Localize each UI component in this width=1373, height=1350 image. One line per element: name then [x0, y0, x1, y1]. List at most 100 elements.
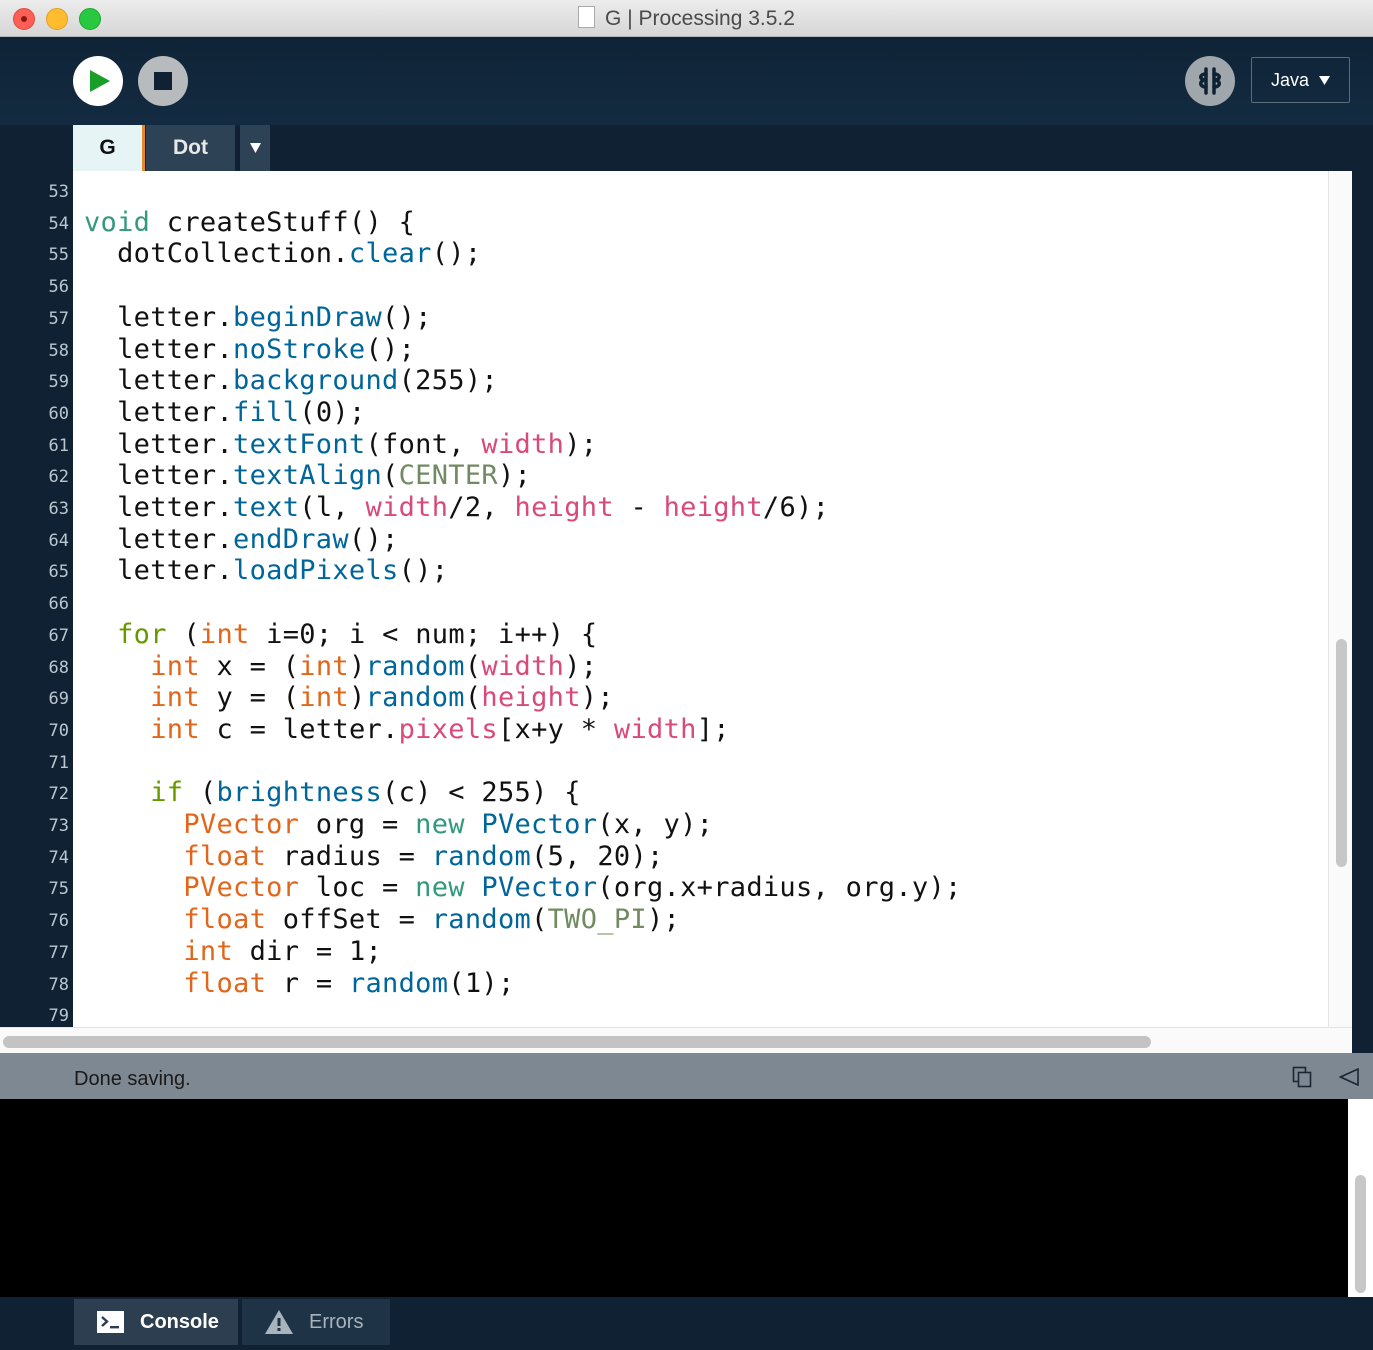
- errors-tab[interactable]: Errors: [242, 1299, 390, 1345]
- console-output[interactable]: [0, 1099, 1348, 1297]
- code-text: letter.beginDraw();: [117, 301, 432, 333]
- code-line: 68 int x = (int)random(width);: [0, 651, 1328, 683]
- code-text: letter.textFont(font, width);: [117, 428, 598, 460]
- code-text: void createStuff() {: [84, 206, 416, 238]
- scrollbar-thumb[interactable]: [3, 1036, 1151, 1048]
- copy-icon[interactable]: [1292, 1066, 1312, 1088]
- debugger-icon: [1199, 67, 1221, 95]
- scrollbar-thumb[interactable]: [1355, 1175, 1366, 1293]
- line-number: 78: [48, 974, 69, 995]
- chevron-down-icon: [249, 143, 261, 153]
- code-line: 60 letter.fill(0);: [0, 397, 1328, 429]
- collapse-triangle-icon[interactable]: [1339, 1068, 1359, 1086]
- warning-icon: [265, 1310, 293, 1334]
- tab-g[interactable]: G: [73, 125, 145, 171]
- scrollbar-thumb[interactable]: [1336, 639, 1347, 867]
- code-line: 71: [0, 746, 1328, 778]
- run-button[interactable]: [73, 56, 123, 106]
- line-number: 64: [48, 530, 69, 551]
- code-line: 67 for (int i=0; i < num; i++) {: [0, 619, 1328, 651]
- title-bar: G | Processing 3.5.2: [0, 0, 1373, 37]
- editor-horizontal-scrollbar[interactable]: [0, 1027, 1352, 1054]
- code-text: int y = (int)random(height);: [150, 682, 614, 714]
- line-number: 63: [48, 499, 69, 519]
- window-title: G | Processing 3.5.2: [605, 7, 795, 30]
- line-number: 54: [48, 213, 69, 234]
- code-line: 70 int c = letter.pixels[x+y * width];: [0, 714, 1328, 746]
- line-number: 59: [48, 372, 69, 393]
- code-text: float radius = random(5, 20);: [183, 840, 664, 872]
- line-number: 68: [48, 657, 69, 678]
- console-tab[interactable]: Console: [74, 1299, 238, 1345]
- code-line: 76 float offSet = random(TWO_PI);: [0, 904, 1328, 936]
- code-line: 58 letter.noStroke();: [0, 334, 1328, 366]
- terminal-icon: [97, 1311, 124, 1333]
- line-number: 76: [48, 911, 69, 932]
- line-number: 71: [48, 752, 69, 773]
- editor-vertical-scrollbar[interactable]: [1328, 171, 1352, 1027]
- line-number: 57: [48, 308, 69, 329]
- tab-label: Dot: [173, 136, 208, 159]
- stop-icon: [154, 72, 172, 90]
- code-line: 73 PVector org = new PVector(x, y);: [0, 809, 1328, 841]
- code-line: 55 dotCollection.clear();: [0, 238, 1328, 270]
- debugger-button[interactable]: [1185, 56, 1235, 106]
- line-number: 77: [48, 942, 69, 963]
- play-icon: [90, 70, 110, 92]
- code-text: dotCollection.clear();: [117, 238, 482, 270]
- code-line: 66: [0, 587, 1328, 619]
- code-text: letter.fill(0);: [117, 396, 366, 428]
- line-number: 74: [48, 847, 69, 868]
- code-line: 75 PVector loc = new PVector(org.x+radiu…: [0, 872, 1328, 904]
- code-line: 57 letter.beginDraw();: [0, 302, 1328, 334]
- mode-select[interactable]: Java: [1251, 57, 1350, 103]
- line-number: 55: [48, 245, 69, 266]
- code-line: 53: [0, 175, 1328, 207]
- code-text: letter.noStroke();: [117, 333, 416, 365]
- tab-dot[interactable]: Dot: [146, 125, 235, 171]
- code-text: letter.endDraw();: [117, 523, 399, 555]
- line-number: 62: [48, 467, 69, 488]
- tab-menu-button[interactable]: [240, 125, 270, 171]
- status-message: Done saving.: [74, 1068, 191, 1090]
- code-editor[interactable]: 53 54 void createStuff() {55 dotCollection…: [0, 171, 1352, 1027]
- code-text: float r = random(1);: [183, 967, 515, 999]
- code-line: 54 void createStuff() {: [0, 207, 1328, 239]
- code-text: int dir = 1;: [183, 935, 383, 967]
- line-number: 61: [48, 435, 69, 456]
- code-line: 72 if (brightness(c) < 255) {: [0, 777, 1328, 809]
- status-bar: Done saving.: [0, 1053, 1373, 1099]
- mode-label: Java: [1270, 69, 1310, 90]
- code-line: 79: [0, 999, 1328, 1027]
- code-line: 61 letter.textFont(font, width);: [0, 429, 1328, 461]
- stop-button[interactable]: [138, 56, 188, 106]
- chevron-down-icon: [1319, 75, 1331, 85]
- code-text: float offSet = random(TWO_PI);: [183, 904, 681, 936]
- code-line: 77 int dir = 1;: [0, 936, 1328, 968]
- code-text: PVector loc = new PVector(org.x+radius, …: [183, 872, 962, 904]
- code-text: letter.textAlign(CENTER);: [117, 460, 532, 492]
- code-text: letter.background(255);: [117, 365, 498, 397]
- code-text: int c = letter.pixels[x+y * width];: [150, 713, 730, 745]
- code-line: 64 letter.endDraw();: [0, 524, 1328, 556]
- code-text: PVector org = new PVector(x, y);: [183, 809, 714, 840]
- console-vertical-scrollbar[interactable]: [1348, 1099, 1373, 1297]
- code-line: 59 letter.background(255);: [0, 365, 1328, 397]
- code-line: 74 float radius = random(5, 20);: [0, 841, 1328, 873]
- code-line: 65 letter.loadPixels();: [0, 555, 1328, 587]
- line-number: 66: [48, 594, 69, 615]
- line-number: 73: [48, 816, 69, 836]
- line-number: 65: [48, 562, 69, 583]
- code-text: for (int i=0; i < num; i++) {: [117, 618, 598, 650]
- line-number: 56: [48, 277, 69, 298]
- line-number: 70: [48, 720, 69, 741]
- code-text: if (brightness(c) < 255) {: [150, 777, 581, 809]
- line-number: 69: [48, 689, 69, 710]
- line-number: 67: [48, 625, 69, 646]
- console-tab-label: Console: [140, 1310, 219, 1333]
- toolbar: Java: [0, 37, 1373, 125]
- code-text: letter.loadPixels();: [117, 555, 449, 587]
- line-number: 72: [48, 784, 69, 805]
- line-number: 75: [48, 879, 69, 900]
- line-number: 53: [48, 182, 69, 202]
